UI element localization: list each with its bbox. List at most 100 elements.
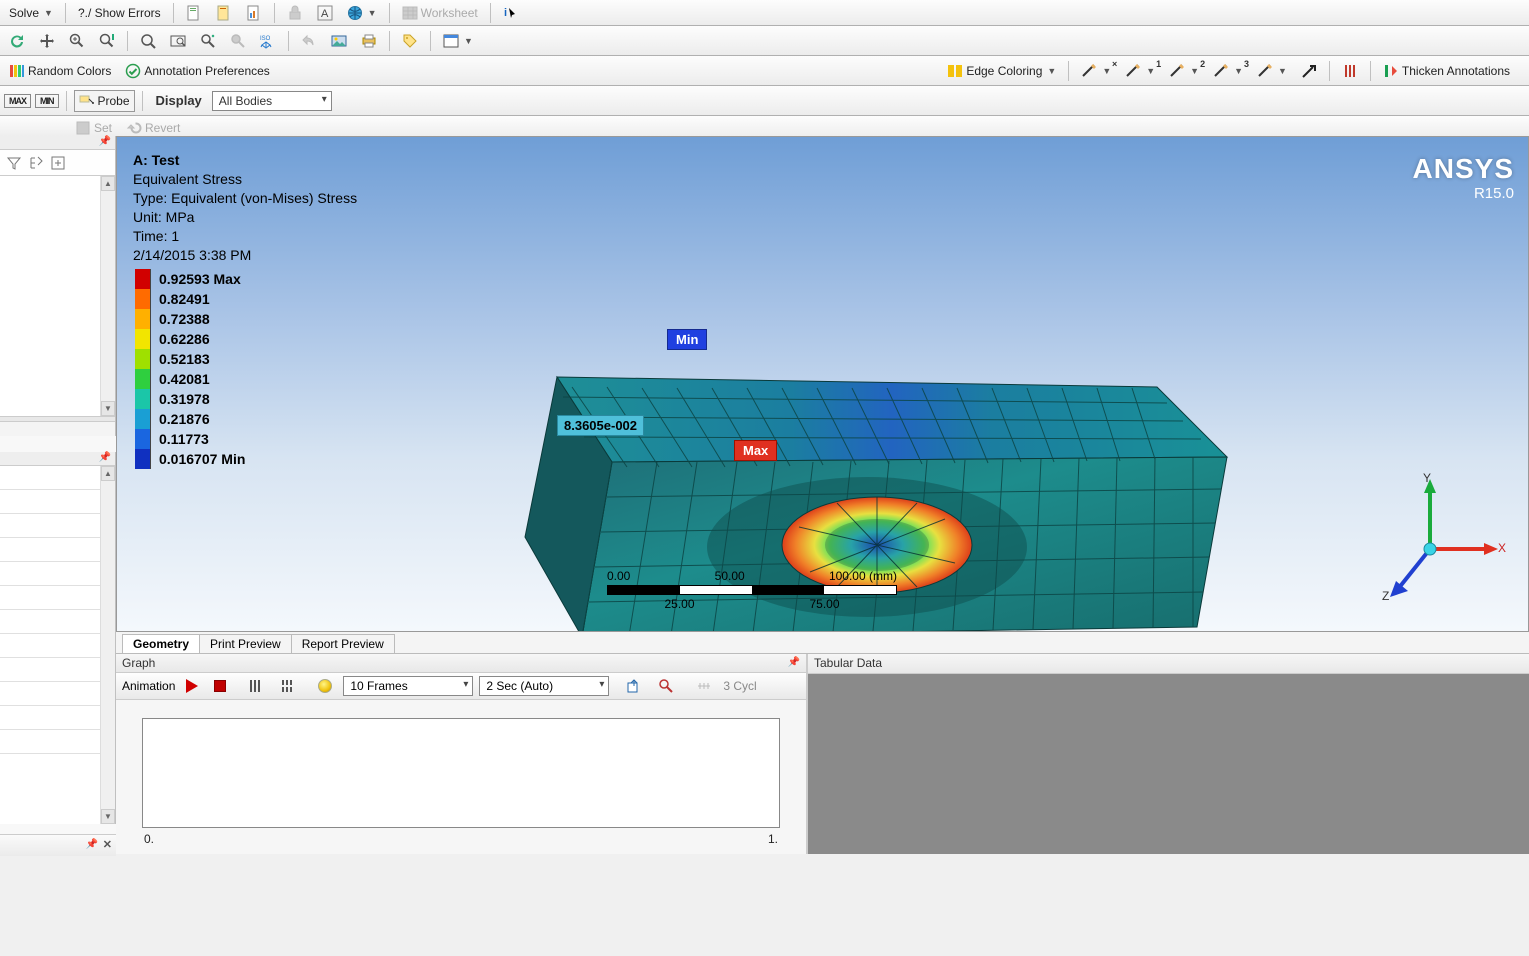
tool-icon-4[interactable] xyxy=(282,2,308,24)
edge-style-4-button[interactable]: ▼ xyxy=(1252,60,1292,82)
tool-icon-5[interactable]: A xyxy=(312,2,338,24)
edge-style-3-button[interactable]: 3▼ xyxy=(1208,60,1248,82)
tool-icon-6[interactable]: ▼ xyxy=(342,2,382,24)
print-icon xyxy=(361,33,377,49)
graph-chart-box[interactable] xyxy=(142,718,780,828)
edge-coloring-button[interactable]: Edge Coloring ▼ xyxy=(942,60,1061,82)
arrow-tool-button[interactable] xyxy=(1296,60,1322,82)
tab-geometry[interactable]: Geometry xyxy=(122,634,200,653)
tab-print-preview[interactable]: Print Preview xyxy=(199,634,292,653)
worksheet-button[interactable]: Worksheet xyxy=(397,2,483,24)
time-combo[interactable]: 2 Sec (Auto) xyxy=(479,676,609,696)
edge-style-2-button[interactable]: 2▼ xyxy=(1164,60,1204,82)
solve-button[interactable]: Solve ▼ xyxy=(4,3,58,23)
distribute-a-button[interactable] xyxy=(243,675,269,697)
scroll-down-icon[interactable]: ▼ xyxy=(101,809,115,824)
pan-button[interactable] xyxy=(34,30,60,52)
details-row[interactable] xyxy=(0,706,115,730)
expand-icon[interactable] xyxy=(50,155,66,171)
zoom-extents-icon xyxy=(200,33,216,49)
details-row[interactable] xyxy=(0,682,115,706)
edge-style-1-button[interactable]: 1▼ xyxy=(1120,60,1160,82)
probe-button[interactable]: Probe xyxy=(74,90,135,112)
legend-swatch xyxy=(135,369,151,389)
pin-icon[interactable]: 📌 xyxy=(99,452,111,463)
chevron-down-icon: ▼ xyxy=(44,8,53,18)
tool-icon-2[interactable] xyxy=(211,2,237,24)
image-button[interactable] xyxy=(326,30,352,52)
details-row[interactable] xyxy=(0,562,115,586)
page-yellow-icon xyxy=(216,5,232,21)
distribute-b-button[interactable] xyxy=(275,675,301,697)
tool-icon-3[interactable] xyxy=(241,2,267,24)
window-layout-button[interactable]: ▼ xyxy=(438,30,478,52)
random-colors-button[interactable]: Random Colors xyxy=(4,60,116,82)
chevron-down-icon: ▼ xyxy=(1190,66,1199,76)
tag-button[interactable] xyxy=(397,30,423,52)
iso-view-button[interactable]: ISO xyxy=(255,30,281,52)
details-row[interactable] xyxy=(0,634,115,658)
details-scrollbar[interactable]: ▲ ▼ xyxy=(100,466,115,824)
zoom-extents-button[interactable] xyxy=(195,30,221,52)
pin-icon[interactable]: 📌 xyxy=(99,136,111,147)
refresh-button[interactable] xyxy=(4,30,30,52)
timeline-icon xyxy=(696,678,712,694)
zoom-in-button[interactable] xyxy=(64,30,90,52)
bodies-combo[interactable]: All Bodies xyxy=(212,91,332,111)
brand-block: ANSYS R15.0 xyxy=(1413,153,1514,202)
details-row[interactable] xyxy=(0,466,115,490)
zoom-anim-button[interactable] xyxy=(653,675,679,697)
pin-icon[interactable]: 📌 xyxy=(788,657,800,668)
close-icon[interactable]: ✕ xyxy=(103,838,112,851)
print-button[interactable] xyxy=(356,30,382,52)
tool-icon-1[interactable] xyxy=(181,2,207,24)
pen-line-icon xyxy=(1125,63,1141,79)
play-button[interactable] xyxy=(181,676,203,696)
legend-value: 0.52183 xyxy=(151,351,210,367)
zoom-button[interactable] xyxy=(135,30,161,52)
details-row[interactable] xyxy=(0,538,115,562)
lightbulb-button[interactable] xyxy=(313,676,337,696)
chevron-down-icon: ▼ xyxy=(1102,66,1111,76)
zoom-window-button[interactable] xyxy=(165,30,191,52)
pin-icon[interactable]: 📌 xyxy=(86,839,98,850)
chevron-down-icon: ▼ xyxy=(464,36,473,46)
details-row[interactable] xyxy=(0,610,115,634)
outline-scrollbar[interactable]: ▲ ▼ xyxy=(100,176,115,416)
details-row[interactable] xyxy=(0,490,115,514)
bars-icon xyxy=(248,678,264,694)
outline-panel: 📌 ▲ ▼ xyxy=(0,136,116,436)
vert-guides-button[interactable] xyxy=(1337,60,1363,82)
orientation-triad[interactable]: Y X Z xyxy=(1380,471,1500,601)
maxlabel-toggle[interactable]: MAX xyxy=(4,94,31,108)
minlabel-toggle[interactable]: MIN xyxy=(35,94,59,108)
tree-outline-icon[interactable] xyxy=(28,155,44,171)
thicken-annotations-button[interactable]: Thicken Annotations xyxy=(1378,60,1515,82)
filter-icon[interactable] xyxy=(6,155,22,171)
stop-button[interactable] xyxy=(209,677,231,695)
tab-report-preview[interactable]: Report Preview xyxy=(291,634,395,653)
frames-combo[interactable]: 10 Frames xyxy=(343,676,473,696)
scroll-up-icon[interactable]: ▲ xyxy=(101,466,115,481)
details-row[interactable] xyxy=(0,658,115,682)
zoom-gray-button[interactable] xyxy=(225,30,251,52)
timeline-button[interactable] xyxy=(691,675,717,697)
revert-icon xyxy=(126,120,142,136)
scroll-down-icon[interactable]: ▼ xyxy=(101,401,115,416)
worksheet-icon xyxy=(402,5,418,21)
prev-view-button[interactable] xyxy=(296,30,322,52)
info-cursor-button[interactable]: i xyxy=(498,2,524,24)
edge-style-x-button[interactable]: ×▼ xyxy=(1076,60,1116,82)
annotation-prefs-button[interactable]: Annotation Preferences xyxy=(120,60,274,82)
details-row[interactable] xyxy=(0,730,115,754)
details-row[interactable] xyxy=(0,586,115,610)
scroll-up-icon[interactable]: ▲ xyxy=(101,176,115,191)
export-anim-button[interactable] xyxy=(621,675,647,697)
show-errors-button[interactable]: ?./ Show Errors xyxy=(73,3,166,23)
triad-z-label: Z xyxy=(1382,589,1389,603)
probe-label: Probe xyxy=(98,94,130,108)
details-row[interactable] xyxy=(0,514,115,538)
graphics-viewport[interactable]: A: Test Equivalent Stress Type: Equivale… xyxy=(116,136,1529,632)
zoom-fit-button[interactable] xyxy=(94,30,120,52)
brand-version: R15.0 xyxy=(1413,185,1514,202)
